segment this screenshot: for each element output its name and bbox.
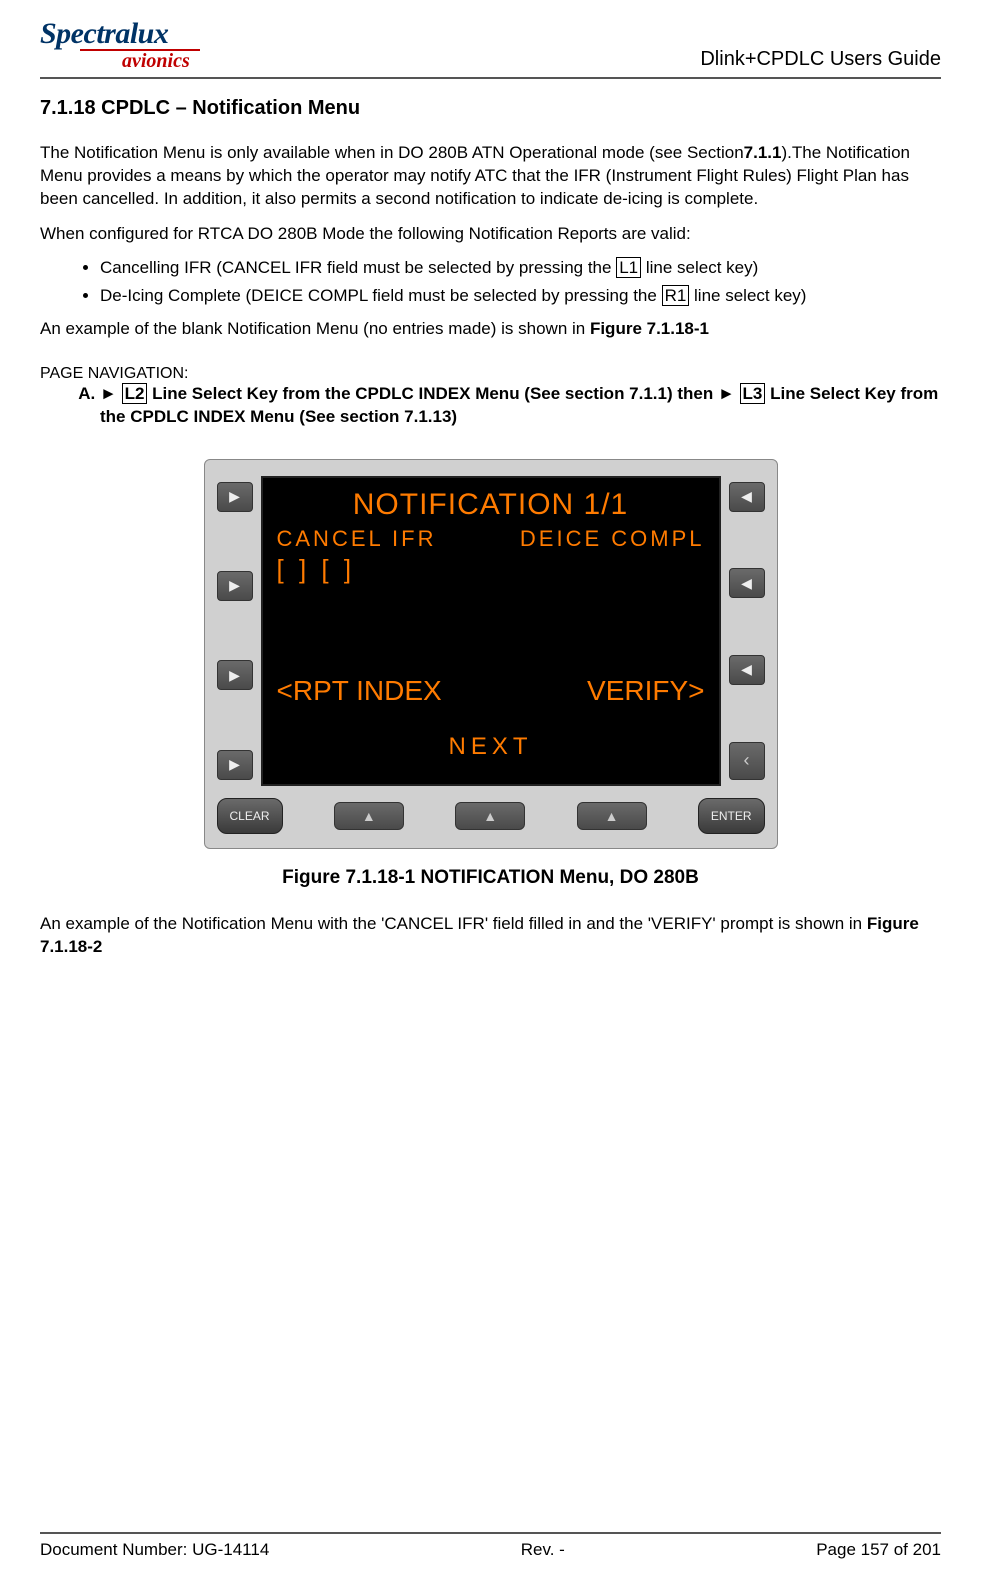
up-arrow-button[interactable]: ▲ bbox=[577, 802, 647, 830]
screen-nav-row: <RPT INDEX VERIFY> bbox=[277, 675, 705, 707]
list-item: ► L2 Line Select Key from the CPDLC INDE… bbox=[100, 383, 941, 429]
paragraph-config: When configured for RTCA DO 280B Mode th… bbox=[40, 223, 941, 246]
list-item: De-Icing Complete (DEICE COMPL field mus… bbox=[100, 286, 941, 306]
paragraph-intro: The Notification Menu is only available … bbox=[40, 142, 941, 211]
paragraph-example: An example of the blank Notification Men… bbox=[40, 318, 941, 341]
up-arrow-button[interactable]: ▲ bbox=[455, 802, 525, 830]
paragraph-example-2: An example of the Notification Menu with… bbox=[40, 913, 941, 959]
figure-caption: Figure 7.1.18-1 NOTIFICATION Menu, DO 28… bbox=[40, 867, 941, 889]
rpt-index-prompt: <RPT INDEX bbox=[277, 675, 442, 707]
bullet-list: Cancelling IFR (CANCEL IFR field must be… bbox=[40, 258, 941, 306]
navigation-list: ► L2 Line Select Key from the CPDLC INDE… bbox=[40, 383, 941, 429]
screen-entry-brackets: [ ] [ ] bbox=[277, 554, 705, 585]
line-select-key-r1[interactable]: ◀ bbox=[729, 482, 765, 512]
left-keys: ▶ ▶ ▶ ▶ bbox=[217, 476, 253, 786]
logo: Spectralux avionics bbox=[40, 20, 200, 71]
section-heading: 7.1.18 CPDLC – Notification Menu bbox=[40, 97, 941, 120]
bottom-button-row: CLEAR ▲ ▲ ▲ ENTER bbox=[217, 798, 765, 834]
document-title: Dlink+CPDLC Users Guide bbox=[700, 48, 941, 71]
key-label: R1 bbox=[662, 285, 690, 306]
screen-next-label: NEXT bbox=[277, 733, 705, 761]
logo-main-text: Spectralux bbox=[40, 20, 168, 47]
line-select-key-l2[interactable]: ▶ bbox=[217, 571, 253, 601]
cdu-screen: NOTIFICATION 1/1 CANCEL IFR DEICE COMPL … bbox=[261, 476, 721, 786]
screen-title: NOTIFICATION 1/1 bbox=[277, 488, 705, 522]
clear-button[interactable]: CLEAR bbox=[217, 798, 283, 834]
right-keys: ◀ ◀ ◀ ‹ bbox=[729, 476, 765, 786]
footer-docnum: Document Number: UG-14114 bbox=[40, 1540, 269, 1560]
page-navigation-label: PAGE NAVIGATION: bbox=[40, 365, 941, 383]
line-select-key-l1[interactable]: ▶ bbox=[217, 482, 253, 512]
line-select-key-r2[interactable]: ◀ bbox=[729, 568, 765, 598]
list-item: Cancelling IFR (CANCEL IFR field must be… bbox=[100, 258, 941, 278]
page-header: Spectralux avionics Dlink+CPDLC Users Gu… bbox=[40, 20, 941, 79]
line-select-key-r3[interactable]: ◀ bbox=[729, 655, 765, 685]
page-footer: Document Number: UG-14114 Rev. - Page 15… bbox=[40, 1532, 941, 1560]
figure: ▶ ▶ ▶ ▶ NOTIFICATION 1/1 CANCEL IFR DEIC… bbox=[40, 459, 941, 889]
screen-field-labels: CANCEL IFR DEICE COMPL bbox=[277, 526, 705, 552]
up-arrow-button[interactable]: ▲ bbox=[334, 802, 404, 830]
key-label: L2 bbox=[122, 383, 148, 404]
logo-sub-text: avionics bbox=[40, 51, 190, 71]
footer-rev: Rev. - bbox=[521, 1540, 565, 1560]
key-label: L3 bbox=[740, 383, 766, 404]
line-select-key-l4[interactable]: ▶ bbox=[217, 750, 253, 780]
enter-button[interactable]: ENTER bbox=[698, 798, 765, 834]
verify-prompt: VERIFY> bbox=[587, 675, 704, 707]
line-select-key-l3[interactable]: ▶ bbox=[217, 660, 253, 690]
page-key-right[interactable]: ‹ bbox=[729, 742, 765, 780]
key-label: L1 bbox=[616, 257, 641, 278]
footer-page: Page 157 of 201 bbox=[816, 1540, 941, 1560]
cdu-device: ▶ ▶ ▶ ▶ NOTIFICATION 1/1 CANCEL IFR DEIC… bbox=[204, 459, 778, 849]
